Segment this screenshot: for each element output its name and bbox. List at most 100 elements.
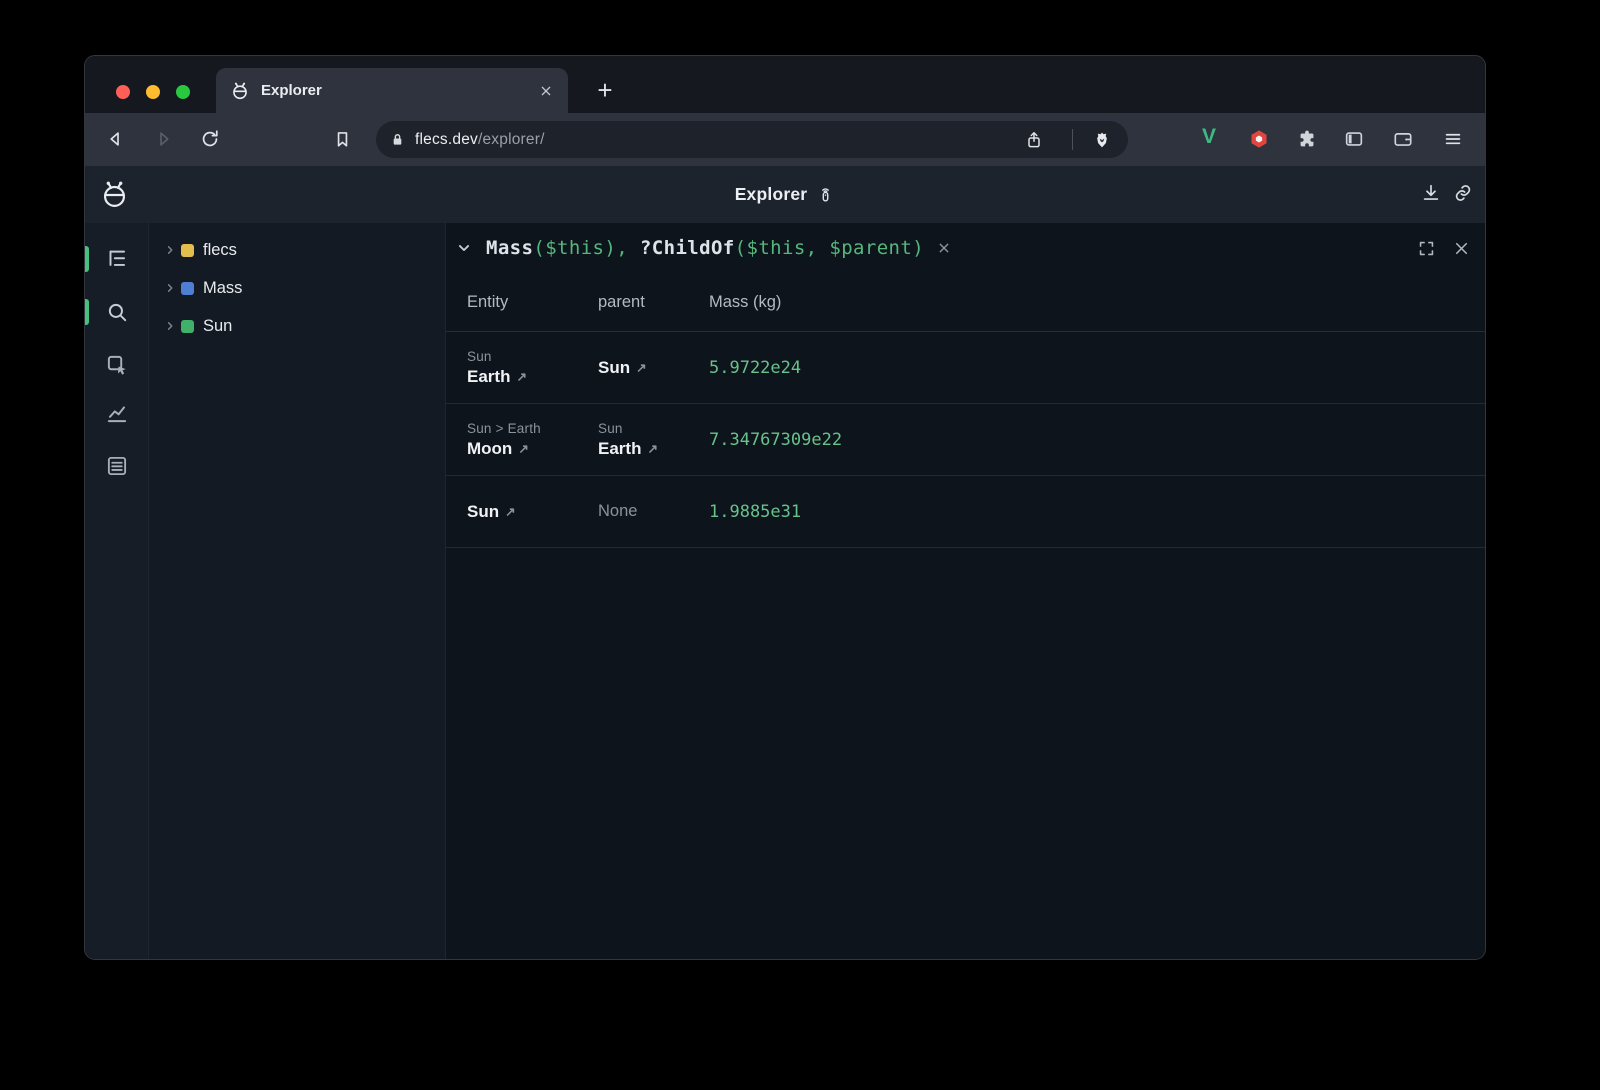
query-term: ?ChildOf: [640, 237, 735, 259]
back-button[interactable]: [104, 127, 128, 151]
chevron-right-icon[interactable]: [163, 319, 177, 333]
query-search-icon[interactable]: [103, 298, 131, 326]
journal-icon[interactable]: [103, 452, 131, 480]
entity-color-swatch: [181, 244, 194, 257]
forward-button[interactable]: [151, 127, 175, 151]
tab-close-icon[interactable]: [538, 83, 554, 99]
fullscreen-icon[interactable]: [1417, 239, 1436, 258]
query-input[interactable]: Mass($this), ?ChildOf($this, $parent): [486, 237, 924, 259]
close-window-button[interactable]: [116, 85, 130, 99]
parent-name: Sun: [598, 358, 630, 378]
tree-item-label: flecs: [203, 241, 237, 260]
tree-item-flecs[interactable]: flecs: [149, 231, 445, 269]
entity-link[interactable]: Sun ↗: [467, 502, 592, 522]
parent-none-value: None: [598, 502, 703, 521]
table-row: Sun > Earth Moon ↗ Sun Earth↗ 7.34767309e…: [446, 404, 1485, 476]
entity-cell: Sun Earth ↗: [467, 341, 598, 395]
sidebar-toggle-icon[interactable]: [1342, 127, 1366, 151]
brave-shields-icon[interactable]: [1092, 130, 1112, 150]
entity-link[interactable]: Moon ↗: [467, 439, 592, 459]
menu-hamburger-icon[interactable]: [1441, 127, 1465, 151]
browser-window: Explorer +: [84, 55, 1486, 960]
mass-cell: 7.34767309e22: [709, 422, 1485, 458]
parent-parent-path: Sun: [598, 421, 703, 436]
tree-view-icon[interactable]: [103, 245, 131, 273]
wallet-icon[interactable]: [1391, 127, 1415, 151]
chevron-right-icon[interactable]: [163, 243, 177, 257]
column-header-mass: Mass (kg): [709, 293, 1485, 312]
tab-strip: Explorer +: [85, 56, 1485, 113]
share-icon[interactable]: [1024, 130, 1044, 150]
mass-value: 7.34767309e22: [709, 430, 1479, 450]
column-header-entity: Entity: [467, 293, 598, 312]
minimize-window-button[interactable]: [146, 85, 160, 99]
rewards-hexagon-extension-icon[interactable]: [1247, 127, 1271, 151]
extensions-puzzle-icon[interactable]: [1295, 127, 1319, 151]
external-link-icon: ↗: [518, 441, 528, 456]
entity-link[interactable]: Earth ↗: [467, 367, 592, 387]
download-icon[interactable]: [1419, 181, 1443, 205]
table-row: Sun Earth ↗ Sun ↗ 5.9722e24: [446, 332, 1485, 404]
external-link-icon: ↗: [516, 369, 526, 384]
query-editor-row: Mass($this), ?ChildOf($this, $parent): [446, 223, 1485, 273]
toolbar-separator: [1072, 129, 1073, 150]
column-header-parent: parent: [598, 293, 709, 312]
query-variables: ($this),: [533, 237, 640, 259]
address-bar[interactable]: flecs.dev/explorer/: [376, 121, 1128, 158]
entity-name: Earth: [467, 367, 510, 387]
parent-cell: Sun ↗: [598, 350, 709, 386]
chevron-down-icon[interactable]: [454, 238, 474, 258]
mass-value: 5.9722e24: [709, 358, 1479, 378]
share-link-icon[interactable]: [1451, 181, 1475, 205]
active-indicator-tree: [85, 246, 89, 272]
parent-link[interactable]: Earth↗: [598, 439, 703, 459]
active-indicator-query: [85, 299, 89, 325]
explorer-main: flecs Mass Sun: [85, 223, 1485, 959]
tool-sidebar: [85, 223, 149, 959]
new-tab-button[interactable]: +: [587, 72, 623, 108]
mass-cell: 1.9885e31: [709, 494, 1485, 530]
query-variables: ($this, $parent): [735, 237, 924, 259]
statistics-icon[interactable]: [103, 399, 131, 427]
page-title: Explorer: [735, 184, 808, 205]
parent-name: Earth: [598, 439, 641, 459]
inspector-icon[interactable]: [103, 351, 131, 379]
entity-cell: Sun ↗: [467, 494, 598, 530]
entity-name: Sun: [467, 502, 499, 522]
browser-toolbar: flecs.dev/explorer/ V: [85, 113, 1485, 166]
entity-tree-panel: flecs Mass Sun: [149, 223, 446, 959]
browser-tab-explorer[interactable]: Explorer: [216, 68, 568, 113]
entity-name: Moon: [467, 439, 512, 459]
query-results-panel: Mass($this), ?ChildOf($this, $parent) En…: [446, 223, 1485, 959]
flecs-favicon: [230, 81, 250, 101]
clear-query-icon[interactable]: [936, 240, 952, 256]
chevron-right-icon[interactable]: [163, 281, 177, 295]
reload-button[interactable]: [198, 127, 222, 151]
connection-status-icon[interactable]: [816, 185, 835, 204]
parent-link[interactable]: Sun ↗: [598, 358, 703, 378]
url-path: /explorer/: [478, 131, 545, 149]
tree-item-sun[interactable]: Sun: [149, 307, 445, 345]
header-actions: [1419, 181, 1475, 205]
lock-icon: [389, 131, 406, 148]
mass-value: 1.9885e31: [709, 502, 1479, 522]
window-controls: [116, 85, 190, 99]
explorer-header: Explorer: [85, 166, 1485, 223]
close-panel-icon[interactable]: [1452, 239, 1471, 258]
tree-item-mass[interactable]: Mass: [149, 269, 445, 307]
tree-item-label: Mass: [203, 279, 242, 298]
maximize-window-button[interactable]: [176, 85, 190, 99]
external-link-icon: ↗: [505, 504, 515, 519]
tab-title: Explorer: [261, 82, 322, 99]
external-link-icon: ↗: [636, 360, 646, 375]
query-term: Mass: [486, 237, 533, 259]
entity-parent-path: Sun > Earth: [467, 421, 592, 436]
parent-cell: None: [598, 494, 709, 529]
vue-devtools-extension-icon[interactable]: V: [1197, 125, 1221, 149]
vue-badge: V: [1202, 125, 1216, 149]
entity-cell: Sun > Earth Moon ↗: [467, 413, 598, 467]
parent-cell: Sun Earth↗: [598, 413, 709, 467]
entity-parent-path: Sun: [467, 349, 592, 364]
bookmark-icon[interactable]: [330, 127, 354, 151]
table-row: Sun ↗ None 1.9885e31: [446, 476, 1485, 548]
